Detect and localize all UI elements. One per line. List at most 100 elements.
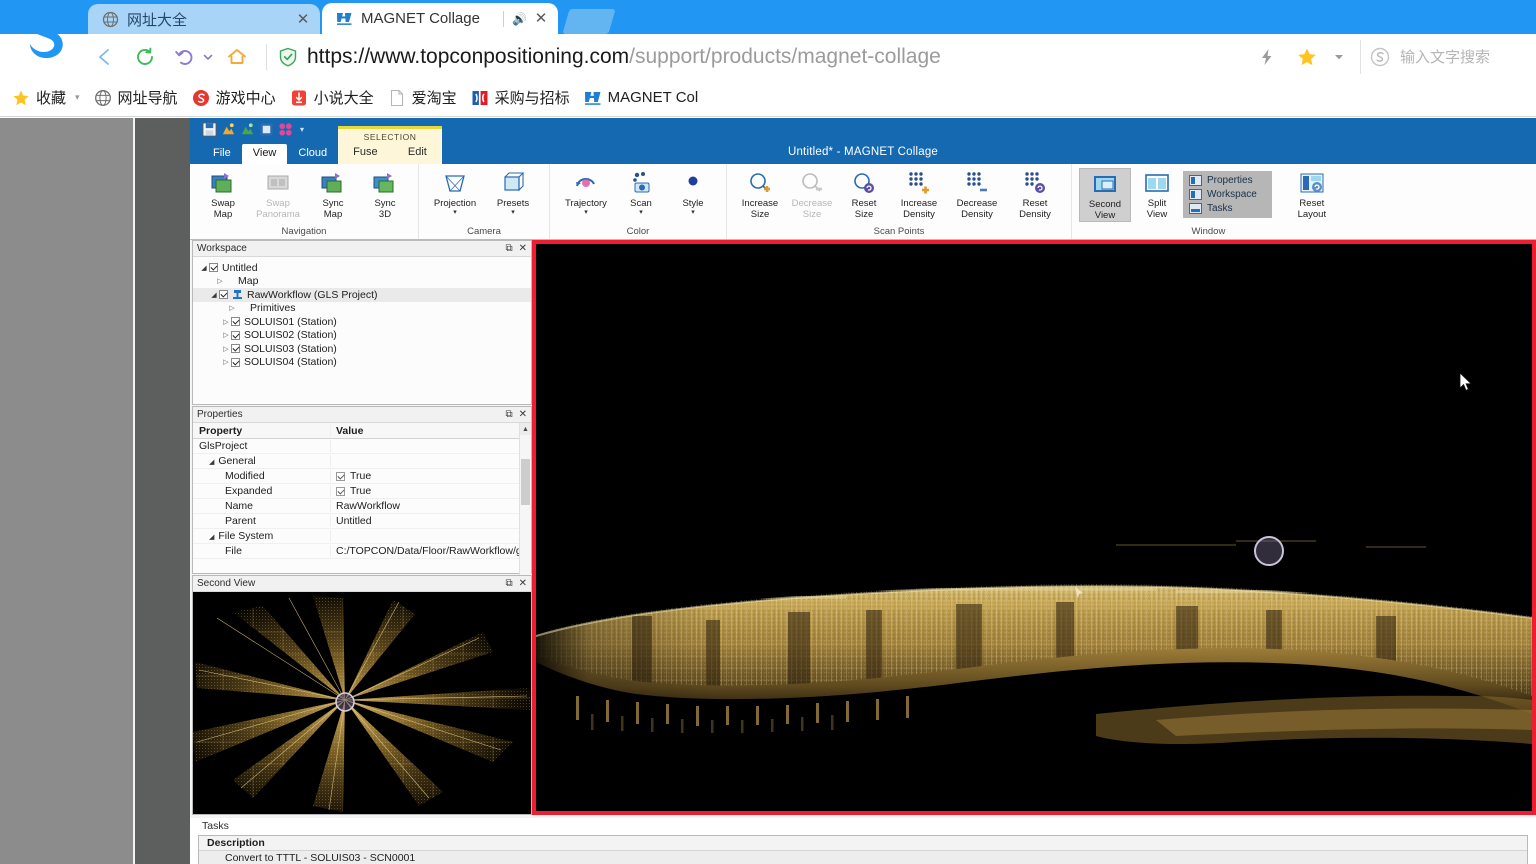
bookmark-dropdown[interactable] (1330, 40, 1348, 74)
bookmark-taobao[interactable]: 爱淘宝 (388, 87, 457, 108)
export-icon[interactable] (240, 122, 255, 137)
chevron-right-icon[interactable]: ▷ (221, 345, 231, 353)
chevron-right-icon[interactable]: ▷ (221, 318, 231, 326)
ribbon-button-projection[interactable]: Projection ▾ (426, 168, 484, 216)
window-toggle-tasks[interactable]: Tasks (1186, 202, 1269, 215)
ribbon-button-sync-map[interactable]: Sync Map (307, 168, 359, 220)
save-icon[interactable] (202, 122, 217, 137)
tree-checkbox[interactable] (231, 330, 240, 340)
speaker-icon[interactable]: 🔊 (512, 12, 527, 26)
chevron-down-icon[interactable]: ▾ (511, 209, 515, 216)
back-button[interactable] (88, 40, 122, 74)
bookmark-nav[interactable]: 网址导航 (94, 87, 178, 108)
float-icon[interactable]: ⧉ (505, 578, 512, 589)
ribbon-button-swap-map[interactable]: Swap Map (197, 168, 249, 220)
ribbon-button-presets[interactable]: Presets ▾ (484, 168, 542, 216)
ribbon-button-sync-3d[interactable]: Sync 3D (359, 168, 411, 220)
properties-row-expanded[interactable]: Expanded True (193, 484, 531, 499)
bookmark-favorites[interactable]: 收藏 ▾ (12, 87, 80, 108)
close-icon[interactable]: ✕ (519, 578, 527, 589)
tree-checkbox[interactable] (209, 263, 218, 273)
ribbon-button-reset-density[interactable]: Reset Density (1006, 168, 1064, 220)
chevron-down-icon[interactable]: ◢ (209, 459, 214, 466)
window-toggle-workspace[interactable]: Workspace (1186, 188, 1269, 201)
chevron-down-icon[interactable]: ◢ (209, 534, 214, 541)
project-icon[interactable] (259, 122, 274, 137)
bookmark-magnet-collage[interactable]: MAGNET Col (584, 89, 698, 107)
tree-node-soluis03[interactable]: ▷ SOLUIS03 (Station) (193, 342, 531, 356)
tree-node-soluis04[interactable]: ▷ SOLUIS04 (Station) (193, 356, 531, 370)
properties-value-cell[interactable]: True (331, 485, 531, 497)
tree-node-rawworkflow[interactable]: ◢ RawWorkflow (GLS Project) (193, 288, 531, 302)
bookmark-procurement[interactable]: 采购与招标 (471, 87, 570, 108)
ribbon-button-decrease-density[interactable]: Decrease Density (948, 168, 1006, 220)
properties-row-glsproject[interactable]: GlsProject (193, 439, 531, 454)
ribbon-button-second-view[interactable]: Second View (1079, 168, 1131, 222)
second-view-canvas[interactable] (193, 592, 531, 814)
ribbon-button-split-view[interactable]: Split View (1131, 168, 1183, 220)
registration-icon[interactable] (278, 122, 293, 137)
favorite-button[interactable] (1290, 40, 1324, 74)
lightning-button[interactable] (1250, 40, 1284, 74)
tree-checkbox[interactable] (231, 344, 240, 354)
float-icon[interactable]: ⧉ (505, 243, 512, 254)
tree-node-map[interactable]: ▷ Map (193, 275, 531, 289)
properties-row-modified[interactable]: Modified True (193, 469, 531, 484)
main-viewport-canvas[interactable] (536, 244, 1532, 811)
home-button[interactable] (220, 40, 254, 74)
ribbon-button-swap-panorama[interactable]: Swap Panorama (249, 168, 307, 220)
new-tab-button[interactable] (562, 9, 616, 34)
properties-value-cell[interactable]: True (331, 470, 531, 482)
chevron-right-icon[interactable]: ▷ (215, 277, 225, 285)
close-icon[interactable]: ✕ (519, 243, 527, 254)
browser-tab-1[interactable]: 网址大全 ✕ (88, 4, 320, 34)
import-icon[interactable] (221, 122, 236, 137)
properties-row-file[interactable]: File C:/TOPCON/Data/Floor/RawWorkflow/g.… (193, 544, 531, 559)
float-icon[interactable]: ⧉ (505, 409, 512, 420)
properties-checkbox[interactable] (336, 471, 345, 481)
properties-row-file-system[interactable]: ◢ File System (193, 529, 531, 544)
chevron-right-icon[interactable]: ▷ (221, 331, 231, 339)
browser-search-box[interactable]: 输入文字搜索 (1360, 39, 1530, 74)
ribbon-button-decrease-size[interactable]: Decrease Size (786, 168, 838, 220)
window-toggle-properties[interactable]: Properties (1186, 174, 1269, 187)
scroll-up-icon[interactable]: ▲ (520, 423, 531, 435)
quick-access-caret[interactable]: ▾ (300, 125, 304, 134)
close-icon[interactable]: ✕ (519, 409, 527, 420)
chevron-down-icon[interactable]: ▾ (453, 209, 457, 216)
scrollbar-thumb[interactable] (521, 459, 530, 505)
chevron-down-icon[interactable]: ▾ (691, 209, 695, 216)
tree-node-soluis01[interactable]: ▷ SOLUIS01 (Station) (193, 315, 531, 329)
history-back-button[interactable] (168, 40, 202, 74)
ribbon-button-reset-size[interactable]: Reset Size (838, 168, 890, 220)
close-icon[interactable]: ✕ (534, 11, 548, 26)
ribbon-button-increase-density[interactable]: Increase Density (890, 168, 948, 220)
tree-checkbox[interactable] (231, 357, 240, 367)
tree-node-untitled[interactable]: ◢ Untitled (193, 261, 531, 275)
ribbon-button-scan[interactable]: Scan ▾ (615, 168, 667, 216)
ribbon-button-reset-layout[interactable]: Reset Layout (1286, 168, 1338, 220)
ribbon-button-style[interactable]: Style ▾ (667, 168, 719, 216)
bookmark-games[interactable]: 游戏中心 (192, 87, 276, 108)
chevron-down-icon[interactable]: ▾ (584, 209, 588, 216)
browser-tab-2[interactable]: MAGNET Collage 🔊 ✕ (322, 3, 558, 34)
close-icon[interactable]: ✕ (296, 12, 310, 27)
chevron-down-icon[interactable]: ▾ (639, 209, 643, 216)
chevron-down-icon[interactable]: ▾ (75, 92, 80, 103)
bookmark-novels[interactable]: 小说大全 (290, 87, 374, 108)
properties-row-general[interactable]: ◢ General (193, 454, 531, 469)
tree-node-soluis02[interactable]: ▷ SOLUIS02 (Station) (193, 329, 531, 343)
chevron-right-icon[interactable]: ▷ (227, 304, 237, 312)
address-bar[interactable]: https://www.topconpositioning.com/suppor… (277, 38, 1248, 76)
tree-node-primitives[interactable]: ▷ Primitives (193, 302, 531, 316)
tasks-row[interactable]: Convert to TTTL - SOLUIS03 - SCN0001 (199, 851, 1527, 864)
ribbon-button-increase-size[interactable]: Increase Size (734, 168, 786, 220)
ribbon-button-trajectory[interactable]: Trajectory ▾ (557, 168, 615, 216)
properties-row-parent[interactable]: Parent Untitled (193, 514, 531, 529)
chevron-down-icon[interactable]: ◢ (209, 291, 219, 299)
reload-button[interactable] (128, 40, 162, 74)
properties-checkbox[interactable] (336, 486, 345, 496)
tree-checkbox[interactable] (231, 317, 240, 327)
properties-row-name[interactable]: Name RawWorkflow (193, 499, 531, 514)
properties-scrollbar[interactable]: ▲ ▼ (519, 423, 531, 589)
